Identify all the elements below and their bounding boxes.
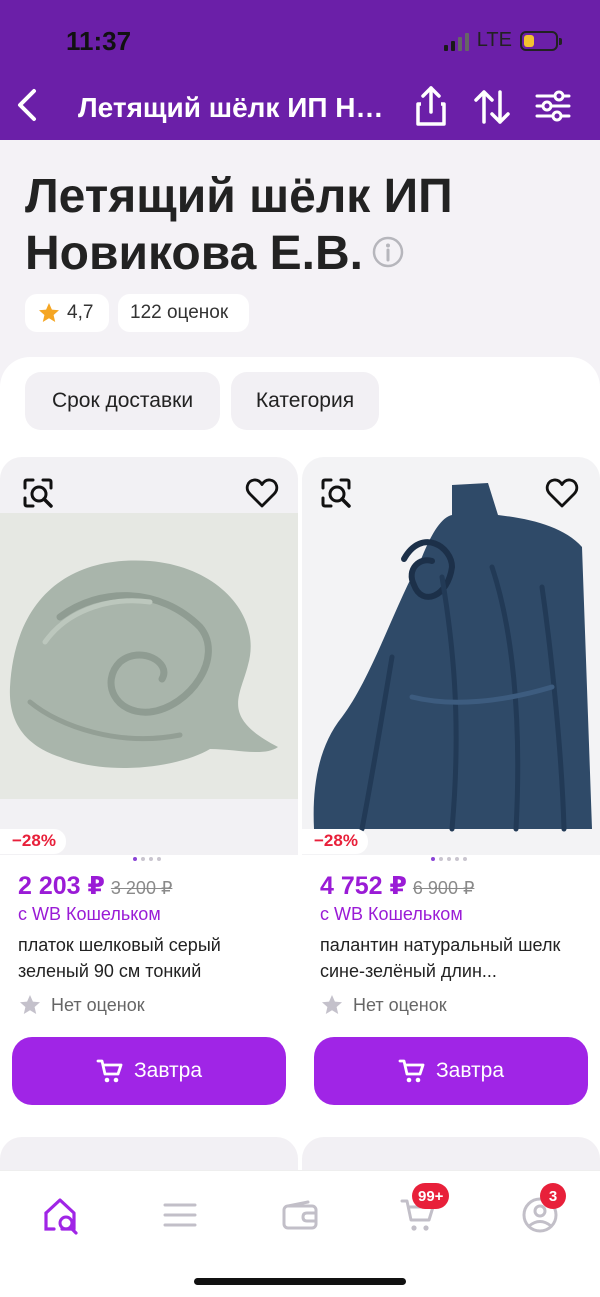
wallet-price-note: с WB Кошельком <box>320 904 463 924</box>
wallet-icon <box>282 1200 318 1230</box>
stole-image <box>302 457 600 855</box>
discount-badge: −28% <box>302 829 368 854</box>
favorite-button[interactable] <box>242 473 282 513</box>
sort-button[interactable] <box>472 84 512 128</box>
scarf-image <box>0 457 298 855</box>
product-image[interactable]: −28% <box>302 457 600 855</box>
status-indicators: LTE <box>443 29 562 52</box>
catalog-menu-icon <box>163 1203 197 1227</box>
similar-search-button[interactable] <box>316 473 356 513</box>
tab-catalog[interactable] <box>154 1189 206 1241</box>
old-price: 6 900 ₽ <box>412 878 475 898</box>
star-icon <box>39 303 59 322</box>
sort-arrows-icon <box>474 90 510 124</box>
product-image[interactable]: −28% <box>0 457 298 855</box>
image-pagination-dots <box>133 857 161 861</box>
share-icon <box>416 86 446 126</box>
price-row: 2 203 ₽ 3 200 ₽ <box>18 871 172 901</box>
reviews-text: Нет оценок <box>51 994 145 1015</box>
tab-profile[interactable]: 3 <box>514 1183 566 1241</box>
price-row: 4 752 ₽ 6 900 ₽ <box>320 871 474 901</box>
add-to-cart-button[interactable]: Завтра <box>12 1037 286 1105</box>
product-panel: Срок доставки Категория −28% 2 203 ₽ 3 2… <box>0 357 600 1237</box>
cart-count-badge: 99+ <box>412 1183 450 1209</box>
bottom-navigation: 99+ 3 <box>0 1170 600 1297</box>
filter-chip-category[interactable]: Категория <box>231 372 379 430</box>
rating-chip: 4,7 <box>25 294 109 332</box>
cart-icon <box>96 1059 123 1083</box>
old-price: 3 200 ₽ <box>110 878 173 898</box>
navigation-row: Летящий шёлк ИП Новикова Е.В. <box>0 78 600 136</box>
reviews-row: Нет оценок <box>320 993 447 1017</box>
product-name[interactable]: палантин натуральный шелк сине-зелёный д… <box>320 932 582 984</box>
page-title: Летящий шёлк ИП Новикова Е.В. <box>25 168 545 282</box>
status-time: 11:37 <box>66 26 132 56</box>
home-search-icon <box>44 1198 78 1235</box>
rating-count: 122 оценок <box>130 302 229 323</box>
similar-search-button[interactable] <box>18 473 58 513</box>
tab-wallet[interactable] <box>274 1189 326 1241</box>
image-search-icon <box>23 478 53 508</box>
image-pagination-dots <box>431 857 467 861</box>
favorite-button[interactable] <box>542 473 582 513</box>
add-to-cart-label: Завтра <box>435 1059 505 1082</box>
product-card[interactable]: −28% 2 203 ₽ 3 200 ₽ с WB Кошельком плат… <box>0 457 298 1127</box>
add-to-cart-label: Завтра <box>133 1059 203 1082</box>
signal-icon <box>443 31 469 51</box>
reviews-row: Нет оценок <box>18 993 145 1017</box>
discount-badge: −28% <box>0 829 66 854</box>
home-indicator <box>194 1278 406 1285</box>
nav-title: Летящий шёлк ИП Новикова Е.В. <box>78 92 398 123</box>
heart-icon <box>545 478 579 508</box>
rating-count-chip: 122 оценок <box>118 294 249 332</box>
filter-button[interactable] <box>533 84 573 128</box>
star-icon <box>20 995 40 1014</box>
reviews-text: Нет оценок <box>353 994 447 1015</box>
add-to-cart-button[interactable]: Завтра <box>314 1037 588 1105</box>
product-card[interactable]: −28% 4 752 ₽ 6 900 ₽ с WB Кошельком пала… <box>302 457 600 1127</box>
product-name[interactable]: платок шелковый серый зеленый 90 см тонк… <box>18 932 280 984</box>
share-button[interactable] <box>411 84 451 128</box>
wallet-price-note: с WB Кошельком <box>18 904 161 924</box>
chevron-left-icon <box>18 89 36 121</box>
tab-cart[interactable]: 99+ <box>392 1183 450 1241</box>
tab-home[interactable] <box>36 1189 88 1241</box>
battery-icon <box>520 30 562 51</box>
seller-header: Летящий шёлк ИП Новикова Е.В. 4,7 122 оц… <box>0 140 600 370</box>
cart-icon <box>398 1059 425 1083</box>
rating-value: 4,7 <box>67 302 94 323</box>
star-icon <box>322 995 342 1014</box>
top-app-bar: 11:37 LTE Летящий шёлк ИП Новикова Е.В. <box>0 0 600 140</box>
network-label: LTE <box>476 29 512 51</box>
current-price: 2 203 ₽ <box>18 872 105 900</box>
notifications-badge: 3 <box>540 1183 566 1209</box>
image-search-icon <box>321 478 351 508</box>
filter-chip-delivery[interactable]: Срок доставки <box>25 372 220 430</box>
filter-sliders-icon <box>535 90 571 122</box>
current-price: 4 752 ₽ <box>320 872 407 900</box>
back-button[interactable] <box>12 83 42 127</box>
info-icon[interactable] <box>371 235 405 269</box>
heart-icon <box>245 478 279 508</box>
